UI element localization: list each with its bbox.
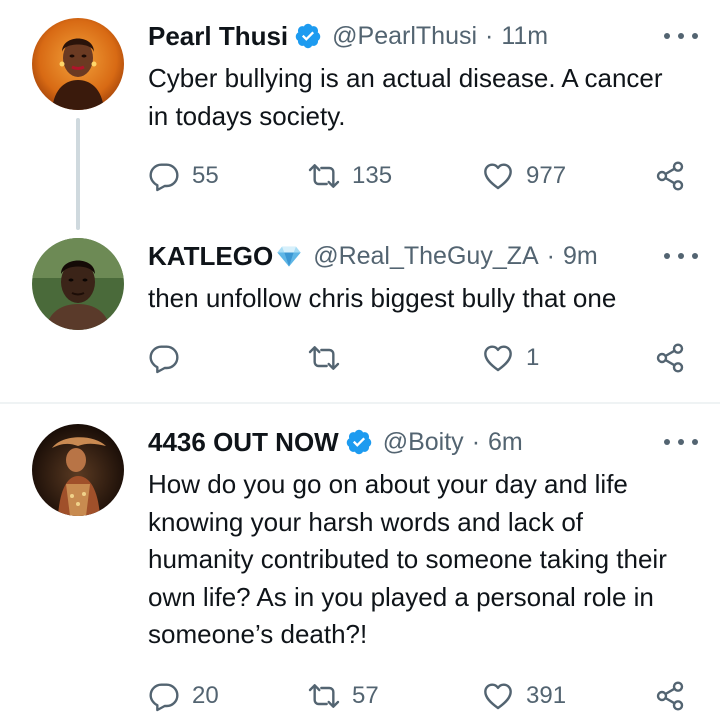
retweet-button[interactable]: 57 [308, 676, 379, 716]
more-options-icon[interactable] [664, 250, 698, 262]
share-button[interactable] [654, 338, 686, 378]
tweet-header: Pearl Thusi @PearlThusi · 11m [148, 18, 700, 54]
thread-line [76, 118, 80, 230]
reply-icon [149, 163, 179, 192]
reply-icon [149, 683, 179, 712]
reply-button[interactable]: 20 [148, 676, 219, 716]
retweet-icon [308, 684, 340, 708]
tweet-pearl-thusi[interactable]: Pearl Thusi @PearlThusi · 11m Cyber bull… [0, 0, 720, 230]
tweet-actions: 20 57 391 [148, 676, 700, 716]
verified-icon [345, 428, 373, 456]
avatar-pearl-thusi[interactable] [32, 18, 124, 110]
tweet-text: then unfollow chris biggest bully that o… [148, 283, 617, 313]
like-button[interactable]: 977 [482, 156, 566, 196]
retweet-button[interactable] [308, 338, 352, 378]
diamond-emoji-icon [275, 242, 303, 270]
separator-dot: · [485, 21, 494, 50]
share-icon [656, 161, 684, 191]
tweet-katlego[interactable]: KATLEGO @Real_TheGuy_ZA · 9m then unfoll… [0, 230, 720, 402]
timestamp[interactable]: 11m [501, 22, 548, 51]
share-icon [656, 343, 684, 373]
share-button[interactable] [654, 156, 686, 196]
avatar-katlego[interactable] [32, 238, 124, 330]
user-handle[interactable]: @Real_TheGuy_ZA [313, 242, 538, 271]
verified-icon [294, 22, 322, 50]
tweet-header: KATLEGO @Real_TheGuy_ZA · 9m [148, 238, 700, 274]
avatar-boity[interactable] [32, 424, 124, 516]
retweet-icon [308, 346, 340, 370]
tweet-actions: 55 135 977 [148, 156, 700, 196]
tweet-header: 4436 OUT NOW @Boity · 6m [148, 424, 700, 460]
tweet-actions: 1 [148, 338, 700, 378]
reply-count: 20 [192, 682, 219, 709]
heart-icon [484, 163, 512, 190]
reply-button[interactable] [148, 338, 192, 378]
like-button[interactable]: 1 [482, 338, 539, 378]
retweet-button[interactable]: 135 [308, 156, 392, 196]
separator-dot: · [546, 241, 555, 270]
like-count: 977 [526, 162, 567, 189]
share-icon [656, 681, 684, 711]
separator-dot: · [471, 427, 481, 456]
like-count: 391 [526, 682, 567, 709]
more-options-icon[interactable] [664, 30, 698, 42]
user-handle[interactable]: @PearlThusi [332, 22, 477, 51]
reply-icon [149, 345, 179, 374]
display-name[interactable]: Pearl Thusi [148, 21, 288, 52]
heart-icon [484, 345, 512, 372]
share-button[interactable] [654, 676, 686, 716]
retweet-icon [308, 164, 340, 188]
timestamp[interactable]: 9m [563, 242, 598, 271]
tweet-text: Cyber bullying is an actual disease. A c… [148, 63, 663, 131]
tweet-boity[interactable]: 4436 OUT NOW @Boity · 6m How do you go o… [0, 404, 720, 727]
reply-count: 55 [192, 162, 219, 189]
tweet-text: How do you go on about your day and life… [148, 469, 667, 649]
display-name[interactable]: KATLEGO [148, 241, 273, 272]
more-options-icon[interactable] [664, 436, 698, 448]
heart-icon [484, 683, 512, 710]
retweet-count: 135 [352, 162, 393, 189]
timestamp[interactable]: 6m [488, 428, 523, 457]
display-name[interactable]: 4436 OUT NOW [148, 427, 339, 458]
retweet-count: 57 [352, 682, 379, 709]
reply-button[interactable]: 55 [148, 156, 219, 196]
like-button[interactable]: 391 [482, 676, 566, 716]
user-handle[interactable]: @Boity [383, 428, 464, 457]
like-count: 1 [526, 344, 540, 371]
